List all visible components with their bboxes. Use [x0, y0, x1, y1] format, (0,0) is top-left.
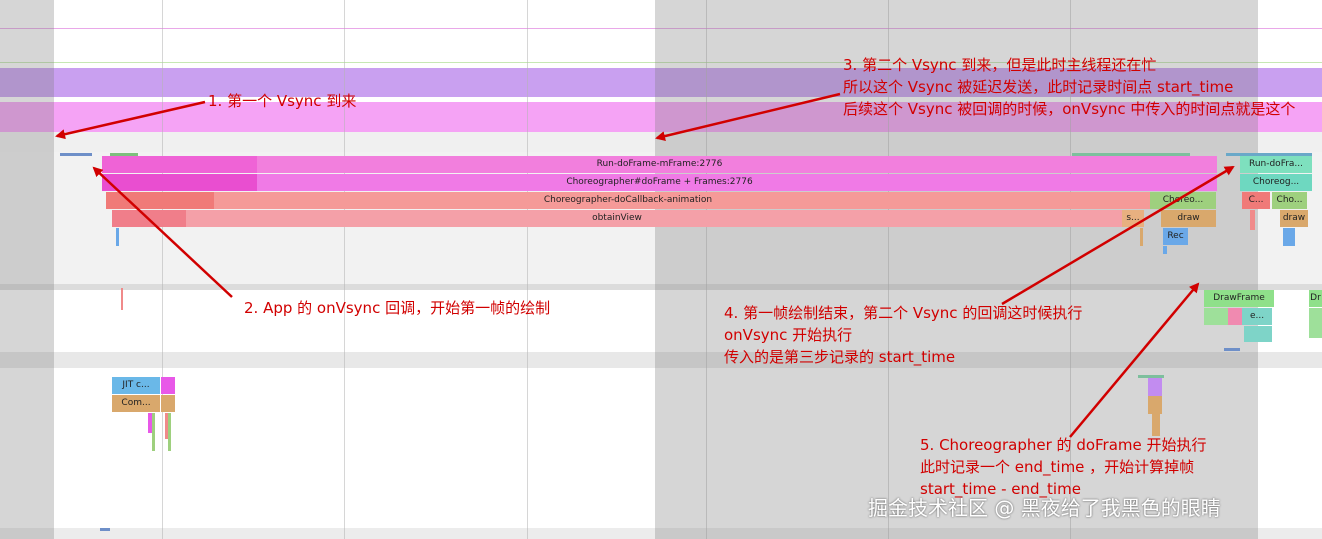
arrow-step4: [1001, 165, 1235, 306]
annotation-arrows: [55, 92, 1235, 438]
arrow-step5: [1069, 282, 1200, 438]
watermark: 掘金技术社区 @ 黑夜给了我黑色的眼睛: [868, 496, 1221, 520]
arrow-step2: [92, 166, 233, 298]
arrow-step3: [655, 92, 841, 141]
arrow-step1: [55, 100, 206, 140]
